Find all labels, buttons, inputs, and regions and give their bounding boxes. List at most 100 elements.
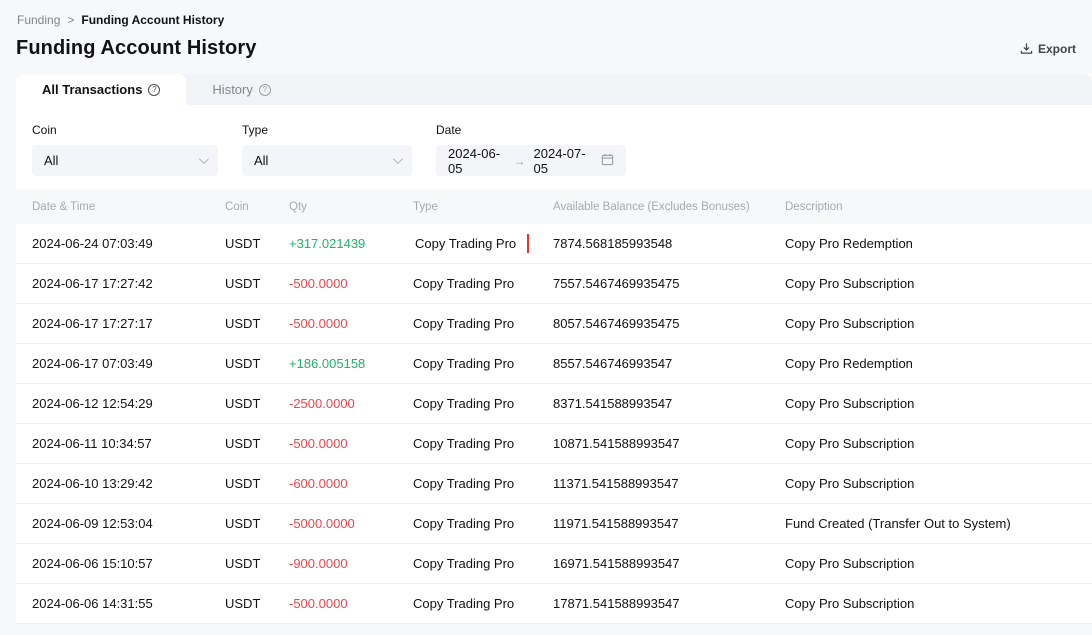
- content-card: All Transactions ? History ? Coin All Ty…: [16, 74, 1092, 619]
- description-cell: Copy Pro Subscription: [785, 436, 1092, 451]
- coin-cell: USDT: [225, 236, 289, 251]
- type-value: Copy Trading Pro: [413, 276, 514, 291]
- type-value: Copy Trading Pro: [413, 556, 514, 571]
- description-cell: Copy Pro Subscription: [785, 556, 1092, 571]
- balance-cell: 11371.541588993547: [553, 476, 785, 491]
- table-body: 2024-06-24 07:03:49 USDT +317.021439 Cop…: [16, 224, 1092, 624]
- description-cell: Fund Created (Transfer Out to System): [785, 516, 1092, 531]
- type-value: Copy Trading Pro: [413, 316, 514, 331]
- tab-strip: All Transactions ? History ?: [16, 74, 1092, 105]
- type-value: Copy Trading Pro: [413, 436, 514, 451]
- balance-cell: 10871.541588993547: [553, 436, 785, 451]
- export-button[interactable]: Export: [1020, 42, 1076, 56]
- datetime-cell: 2024-06-24 07:03:49: [32, 236, 225, 251]
- type-select[interactable]: All: [242, 145, 412, 176]
- datetime-cell: 2024-06-11 10:34:57: [32, 436, 225, 451]
- coin-cell: USDT: [225, 436, 289, 451]
- page-title: Funding Account History: [16, 37, 256, 60]
- coin-cell: USDT: [225, 316, 289, 331]
- help-icon[interactable]: ?: [148, 84, 160, 96]
- qty-value: -500.0000: [289, 436, 348, 451]
- description-cell: Copy Pro Subscription: [785, 476, 1092, 491]
- table-row: 2024-06-17 07:03:49 USDT +186.005158 Cop…: [16, 344, 1092, 384]
- datetime-cell: 2024-06-06 14:31:55: [32, 596, 225, 611]
- column-header: Type: [413, 201, 553, 213]
- table-row: 2024-06-06 15:10:57 USDT -900.0000 Copy …: [16, 544, 1092, 584]
- balance-cell: 11971.541588993547: [553, 516, 785, 531]
- type-select-value: All: [254, 153, 268, 168]
- qty-value: -600.0000: [289, 476, 348, 491]
- table-row: 2024-06-17 17:27:42 USDT -500.0000 Copy …: [16, 264, 1092, 304]
- coin-cell: USDT: [225, 476, 289, 491]
- chevron-down-icon: [199, 154, 209, 164]
- coin-cell: USDT: [225, 556, 289, 571]
- type-filter-label: Type: [242, 123, 412, 137]
- coin-select[interactable]: All: [32, 145, 218, 176]
- column-header: Coin: [225, 201, 289, 213]
- qty-value: +186.005158: [289, 356, 365, 371]
- datetime-cell: 2024-06-17 17:27:17: [32, 316, 225, 331]
- datetime-cell: 2024-06-10 13:29:42: [32, 476, 225, 491]
- description-cell: Copy Pro Redemption: [785, 356, 1092, 371]
- tab-history-label: History: [212, 82, 252, 97]
- balance-cell: 8557.546746993547: [553, 356, 785, 371]
- balance-cell: 8057.5467469935475: [553, 316, 785, 331]
- table-row: 2024-06-17 17:27:17 USDT -500.0000 Copy …: [16, 304, 1092, 344]
- column-header: Description: [785, 201, 1092, 213]
- type-filter-group: Type All: [242, 123, 412, 176]
- tab-all-transactions-label: All Transactions: [42, 82, 142, 97]
- transactions-table: Date & TimeCoinQtyTypeAvailable Balance …: [16, 190, 1092, 624]
- type-value: Copy Trading Pro: [413, 596, 514, 611]
- page-header: Funding Account History Export: [0, 27, 1092, 60]
- filter-bar: Coin All Type All Date 2024-06-05 → 2024…: [16, 105, 1092, 190]
- table-row: 2024-06-11 10:34:57 USDT -500.0000 Copy …: [16, 424, 1092, 464]
- table-row: 2024-06-06 14:31:55 USDT -500.0000 Copy …: [16, 584, 1092, 624]
- balance-cell: 17871.541588993547: [553, 596, 785, 611]
- tab-history[interactable]: History ?: [186, 74, 296, 105]
- qty-value: -500.0000: [289, 596, 348, 611]
- column-header: Available Balance (Excludes Bonuses): [553, 201, 785, 213]
- breadcrumb-separator-icon: >: [67, 13, 74, 27]
- datetime-cell: 2024-06-12 12:54:29: [32, 396, 225, 411]
- breadcrumb-current: Funding Account History: [81, 13, 224, 27]
- balance-cell: 7874.568185993548: [553, 236, 785, 251]
- type-value: Copy Trading Pro: [413, 356, 514, 371]
- qty-value: -5000.0000: [289, 516, 355, 531]
- date-range-arrow-icon: →: [514, 154, 526, 168]
- date-filter-group: Date 2024-06-05 → 2024-07-05: [436, 123, 626, 176]
- qty-value: -500.0000: [289, 276, 348, 291]
- qty-value: -900.0000: [289, 556, 348, 571]
- tab-all-transactions[interactable]: All Transactions ?: [16, 74, 186, 105]
- coin-cell: USDT: [225, 516, 289, 531]
- breadcrumb-parent[interactable]: Funding: [17, 13, 60, 27]
- description-cell: Copy Pro Subscription: [785, 316, 1092, 331]
- table-row: 2024-06-09 12:53:04 USDT -5000.0000 Copy…: [16, 504, 1092, 544]
- balance-cell: 7557.5467469935475: [553, 276, 785, 291]
- type-value: Copy Trading Pro: [413, 516, 514, 531]
- balance-cell: 8371.541588993547: [553, 396, 785, 411]
- table-header-row: Date & TimeCoinQtyTypeAvailable Balance …: [16, 190, 1092, 224]
- chevron-down-icon: [393, 154, 403, 164]
- datetime-cell: 2024-06-06 15:10:57: [32, 556, 225, 571]
- qty-value: -500.0000: [289, 316, 348, 331]
- coin-cell: USDT: [225, 596, 289, 611]
- coin-filter-group: Coin All: [32, 123, 218, 176]
- qty-value: +317.021439: [289, 236, 365, 251]
- export-icon: [1020, 42, 1033, 55]
- date-range-start[interactable]: 2024-06-05: [448, 146, 506, 176]
- date-range-end[interactable]: 2024-07-05: [534, 146, 592, 176]
- coin-select-value: All: [44, 153, 58, 168]
- type-value: Copy Trading Pro: [413, 476, 514, 491]
- column-header: Date & Time: [32, 201, 225, 213]
- description-cell: Copy Pro Redemption: [785, 236, 1092, 251]
- type-value-annotated: Copy Trading Pro: [413, 234, 529, 253]
- balance-cell: 16971.541588993547: [553, 556, 785, 571]
- column-header: Qty: [289, 201, 413, 213]
- help-icon[interactable]: ?: [259, 84, 271, 96]
- table-row: 2024-06-24 07:03:49 USDT +317.021439 Cop…: [16, 224, 1092, 264]
- coin-cell: USDT: [225, 356, 289, 371]
- date-filter-label: Date: [436, 123, 626, 137]
- date-range-picker[interactable]: 2024-06-05 → 2024-07-05: [436, 145, 626, 176]
- coin-filter-label: Coin: [32, 123, 218, 137]
- description-cell: Copy Pro Subscription: [785, 596, 1092, 611]
